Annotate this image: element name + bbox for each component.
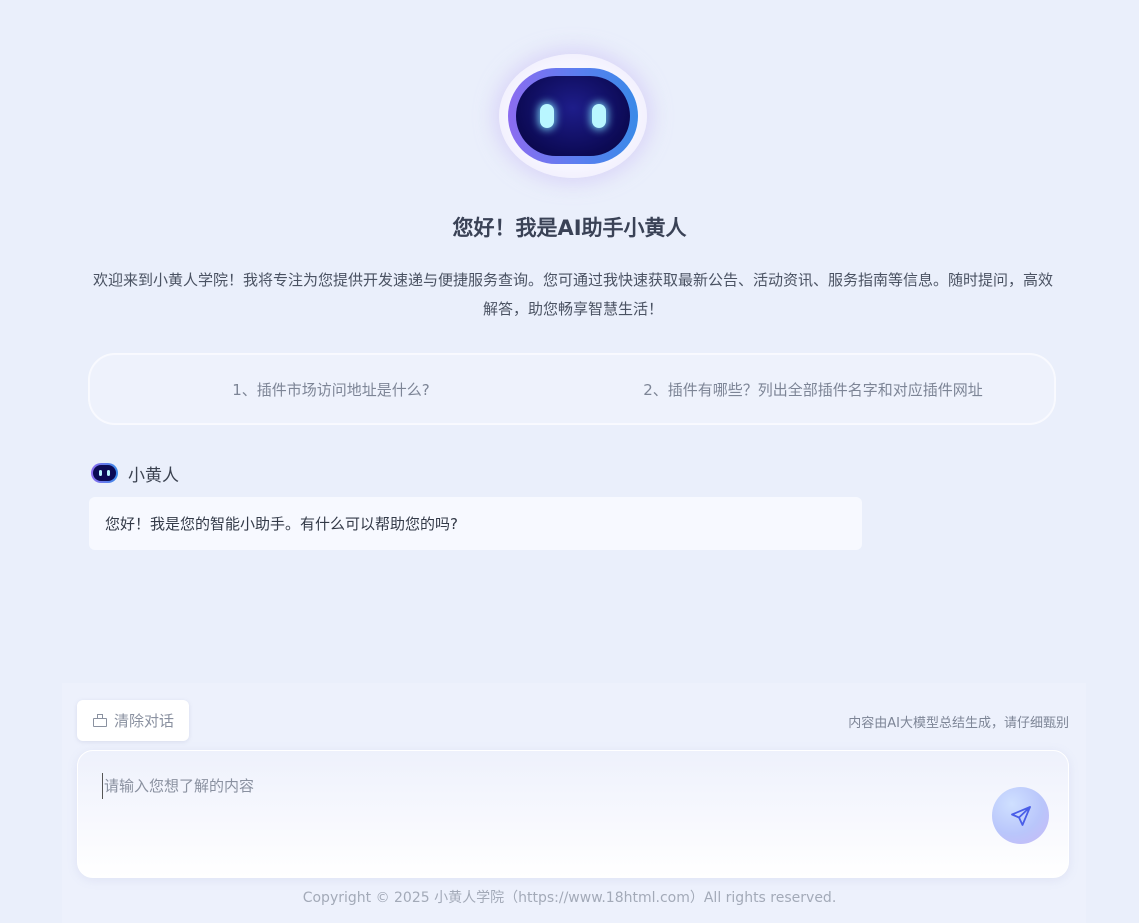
welcome-description: 欢迎来到小黄人学院！我将专注为您提供开发速递与便捷服务查询。您可通过我快速获取最…	[92, 271, 1053, 318]
robot-face	[508, 68, 638, 164]
broom-icon	[92, 713, 108, 728]
suggestion-item-1[interactable]: 1、插件市场访问地址是什么?	[90, 379, 572, 400]
bot-name: 小黄人	[128, 465, 179, 486]
bot-message-header: 小黄人	[91, 460, 179, 486]
robot-avatar-icon	[499, 54, 647, 178]
chat-input-box	[77, 750, 1069, 878]
robot-eye-left	[540, 104, 554, 128]
send-button[interactable]	[992, 787, 1049, 844]
chat-page: 您好！我是AI助手小黄人 欢迎来到小黄人学院！我将专注为您提供开发速递与便捷服务…	[0, 0, 1139, 923]
clear-conversation-label: 清除对话	[113, 712, 174, 730]
paper-plane-icon	[1010, 805, 1031, 826]
suggestion-item-2[interactable]: 2、插件有哪些？列出全部插件名字和对应插件网址	[572, 379, 1054, 400]
copyright-footer: Copyright © 2025 小黄人学院（https://www.18htm…	[302, 890, 837, 906]
ai-disclaimer: 内容由AI大模型总结生成，请仔细甄别	[848, 716, 1069, 731]
clear-conversation-button[interactable]: 清除对话	[77, 700, 189, 741]
welcome-title: 您好！我是AI助手小黄人	[452, 216, 687, 240]
bot-avatar-icon	[91, 463, 118, 483]
bot-message-bubble: 您好！我是您的智能小助手。有什么可以帮助您的吗?	[89, 497, 862, 550]
chat-input[interactable]	[102, 773, 966, 799]
robot-eye-right	[592, 104, 606, 128]
suggestion-bar: 1、插件市场访问地址是什么? 2、插件有哪些？列出全部插件名字和对应插件网址	[89, 354, 1055, 424]
robot-screen	[516, 76, 630, 156]
